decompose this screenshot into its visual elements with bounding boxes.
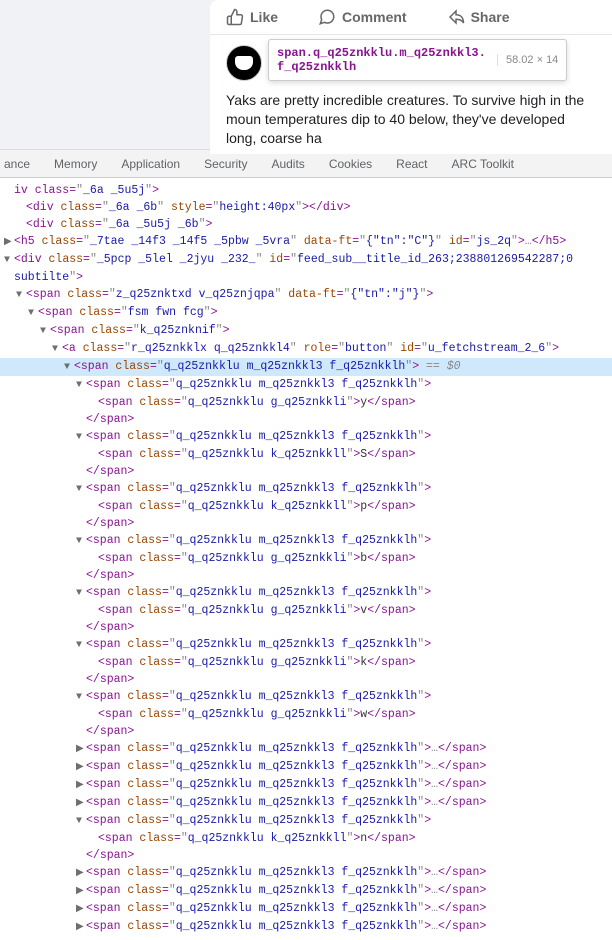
dom-line[interactable]: ▶<span class="q_q25znkklu m_q25znkkl3 f_…: [0, 740, 612, 758]
expand-caret[interactable]: ▶: [4, 234, 14, 251]
expand-caret[interactable]: ▶: [76, 741, 86, 758]
dom-line[interactable]: <span class="q_q25znkklu g_q25znkkli">v<…: [0, 602, 612, 619]
thumbs-up-icon: [226, 8, 244, 26]
dom-line[interactable]: ▼<span class="q_q25znkklu m_q25znkkl3 f_…: [0, 376, 612, 394]
tab-audits[interactable]: Audits: [259, 150, 316, 177]
dom-line[interactable]: </span>: [0, 723, 612, 740]
expand-caret[interactable]: ▼: [76, 429, 86, 446]
comment-button[interactable]: Comment: [318, 8, 407, 26]
dom-line[interactable]: <span class="q_q25znkklu k_q25znkkll">p<…: [0, 498, 612, 515]
dom-line[interactable]: ▼<span class="q_q25znkklu m_q25znkkl3 f_…: [0, 812, 612, 830]
dom-line[interactable]: ▼<span class="q_q25znkklu m_q25znkkl3 f_…: [0, 428, 612, 446]
dom-line[interactable]: ▶<h5 class="_7tae _14f3 _14f5 _5pbw _5vr…: [0, 233, 612, 251]
expand-caret[interactable]: ▼: [4, 252, 14, 269]
expand-caret[interactable]: ▼: [52, 341, 62, 358]
expand-caret[interactable]: ▶: [76, 865, 86, 882]
expand-caret[interactable]: ▶: [76, 919, 86, 936]
dom-line[interactable]: </span>: [0, 515, 612, 532]
dom-line[interactable]: </span>: [0, 463, 612, 480]
tab-cookies[interactable]: Cookies: [317, 150, 384, 177]
dom-line[interactable]: ▼<span class="q_q25znkklu m_q25znkkl3 f_…: [0, 480, 612, 498]
expand-caret[interactable]: ▼: [76, 533, 86, 550]
tab-memory[interactable]: Memory: [42, 150, 109, 177]
expand-caret[interactable]: ▼: [16, 287, 26, 304]
share-icon: [447, 8, 465, 26]
dom-line[interactable]: ▶<span class="q_q25znkklu m_q25znkkl3 f_…: [0, 918, 612, 936]
expand-caret[interactable]: ▶: [76, 777, 86, 794]
expand-caret[interactable]: ▶: [76, 883, 86, 900]
expand-caret[interactable]: ▶: [76, 901, 86, 918]
dom-line[interactable]: ▶<span class="q_q25znkklu m_q25znkkl3 f_…: [0, 900, 612, 918]
dom-line[interactable]: ▼<span class="fsm fwn fcg">: [0, 304, 612, 322]
dom-line[interactable]: </span>: [0, 567, 612, 584]
tab-react[interactable]: React: [384, 150, 439, 177]
expand-caret[interactable]: ▶: [76, 759, 86, 776]
dom-line[interactable]: </span>: [0, 847, 612, 864]
dom-line[interactable]: ▼<span class="q_q25znkklu m_q25znkkl3 f_…: [0, 584, 612, 602]
expand-caret[interactable]: ▼: [76, 689, 86, 706]
dom-line[interactable]: ▼<span class="q_q25znkklu m_q25znkkl3 f_…: [0, 688, 612, 706]
elements-panel[interactable]: iv class="_6a _5u5j"> <div class="_6a _6…: [0, 178, 612, 940]
dom-line[interactable]: <span class="q_q25znkklu g_q25znkkli">w<…: [0, 706, 612, 723]
dom-line[interactable]: ▼<span class="q_q25znkklu m_q25znkkl3 f_…: [0, 532, 612, 550]
post-body-text: Yaks are pretty incredible creatures. To…: [210, 85, 612, 154]
dom-line[interactable]: ▶<span class="q_q25znkklu m_q25znkkl3 f_…: [0, 794, 612, 812]
inspect-tooltip: span.q_q25znkklu.m_q25znkkl3.f_q25znkklh…: [268, 39, 567, 81]
dom-line[interactable]: ▶<span class="q_q25znkklu m_q25znkkl3 f_…: [0, 776, 612, 794]
dom-line[interactable]: ▶<span class="q_q25znkklu m_q25znkkl3 f_…: [0, 882, 612, 900]
expand-caret[interactable]: ▼: [76, 637, 86, 654]
tooltip-dimensions: 58.02 × 14: [497, 54, 558, 66]
tab-performance[interactable]: ance: [4, 150, 42, 177]
tab-arc-toolkit[interactable]: ARC Toolkit: [440, 150, 526, 177]
expand-caret[interactable]: ▼: [76, 481, 86, 498]
comment-icon: [318, 8, 336, 26]
dom-line[interactable]: ▼<a class="r_q25znkklx q_q25znkkl4" role…: [0, 340, 612, 358]
post-action-bar: Like Comment Share: [210, 0, 612, 35]
dom-line[interactable]: <span class="q_q25znkklu g_q25znkkli">k<…: [0, 654, 612, 671]
expand-caret[interactable]: ▼: [76, 813, 86, 830]
dom-line[interactable]: ▼<span class="z_q25znktxd v_q25znjqpa" d…: [0, 286, 612, 304]
dom-line[interactable]: </span>: [0, 411, 612, 428]
expand-caret[interactable]: ▼: [64, 359, 74, 376]
dom-line[interactable]: iv class="_6a _5u5j">: [0, 182, 612, 199]
share-label: Share: [471, 9, 510, 25]
expand-caret[interactable]: ▼: [40, 323, 50, 340]
dom-line[interactable]: ▶<span class="q_q25znkklu m_q25znkkl3 f_…: [0, 864, 612, 882]
dom-line[interactable]: ▼<div class="_5pcp _5lel _2jyu _232_" id…: [0, 251, 612, 269]
dom-line[interactable]: </span>: [0, 671, 612, 688]
expand-caret[interactable]: ▼: [28, 305, 38, 322]
dom-line[interactable]: ▼<span class="k_q25znknif">: [0, 322, 612, 340]
dom-line[interactable]: <div class="_6a _6b" style="height:40px"…: [0, 199, 612, 216]
dom-line[interactable]: <span class="q_q25znkklu k_q25znkkll">n<…: [0, 830, 612, 847]
avatar[interactable]: [226, 45, 262, 81]
dom-line[interactable]: <span class="q_q25znkklu g_q25znkkli">y<…: [0, 394, 612, 411]
devtools-tabs: ance Memory Application Security Audits …: [0, 150, 612, 178]
expand-caret[interactable]: ▶: [76, 795, 86, 812]
dom-line[interactable]: <span class="q_q25znkklu k_q25znkkll">S<…: [0, 446, 612, 463]
dom-line-selected[interactable]: ▼<span class="q_q25znkklu m_q25znkkl3 f_…: [0, 358, 612, 376]
dom-line[interactable]: subtilte">: [0, 269, 612, 286]
dom-line[interactable]: ▶<span class="q_q25znkklu m_q25znkkl3 f_…: [0, 758, 612, 776]
tooltip-selector: span.q_q25znkklu.m_q25znkkl3.f_q25znkklh: [277, 46, 487, 74]
expand-caret[interactable]: ▼: [76, 377, 86, 394]
share-button[interactable]: Share: [447, 8, 510, 26]
tab-security[interactable]: Security: [192, 150, 259, 177]
page-preview: Like Comment Share Sponsored · Yaks are …: [0, 0, 612, 150]
dom-line[interactable]: ▼<span class="q_q25znkklu m_q25znkkl3 f_…: [0, 636, 612, 654]
dom-line[interactable]: </span>: [0, 619, 612, 636]
like-button[interactable]: Like: [226, 8, 278, 26]
expand-caret[interactable]: ▼: [76, 585, 86, 602]
tab-application[interactable]: Application: [109, 150, 192, 177]
like-label: Like: [250, 9, 278, 25]
dom-line[interactable]: <div class="_6a _5u5j _6b">: [0, 216, 612, 233]
comment-label: Comment: [342, 9, 407, 25]
dom-line[interactable]: <span class="q_q25znkklu g_q25znkkli">b<…: [0, 550, 612, 567]
